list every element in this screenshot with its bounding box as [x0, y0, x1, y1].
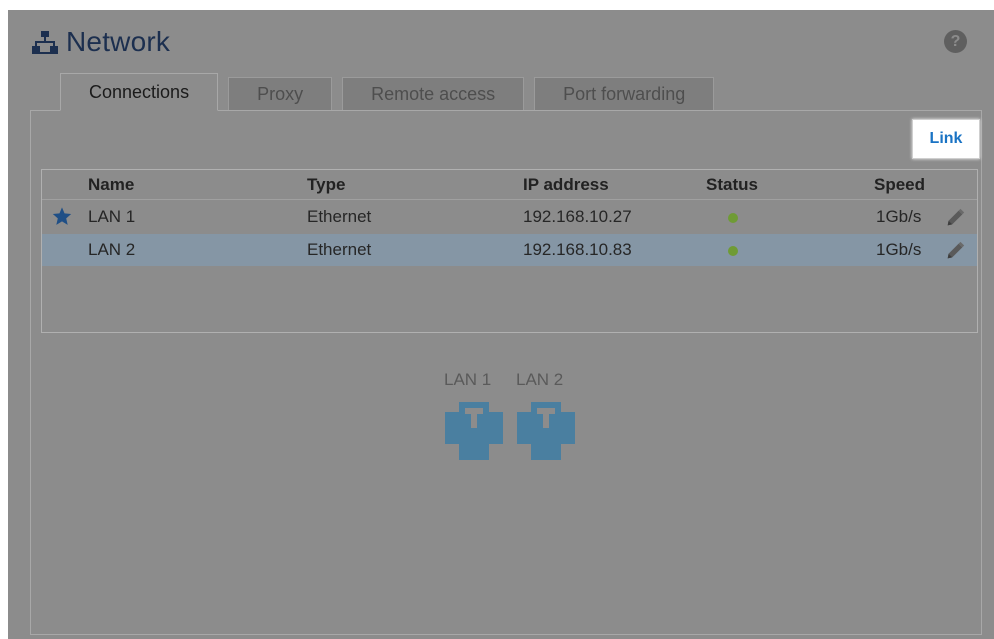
network-icon: [32, 31, 58, 54]
link-button[interactable]: Link: [912, 119, 980, 159]
page-header: Network: [32, 24, 170, 60]
table-header: Name Type IP address Status Speed: [42, 170, 977, 200]
star-icon: [52, 207, 72, 225]
status-connected-indicator: [728, 213, 738, 223]
cell-speed: 1Gb/s: [876, 207, 922, 226]
lan-ports-diagram: LAN 1 LAN 2: [438, 370, 578, 480]
column-header-type[interactable]: Type: [307, 175, 345, 195]
cell-type: Ethernet: [307, 240, 372, 259]
column-header-status[interactable]: Status: [706, 175, 758, 195]
cell-name: LAN 2: [88, 240, 136, 259]
pencil-edit-icon[interactable]: [944, 207, 966, 229]
connections-table: Name Type IP address Status Speed LAN 1 …: [41, 169, 978, 333]
port-label-lan2: LAN 2: [516, 370, 564, 389]
tab-proxy[interactable]: Proxy: [228, 77, 333, 111]
page-title: Network: [66, 26, 171, 57]
ethernet-port-icon[interactable]: [445, 398, 503, 460]
table-row[interactable]: LAN 2 Ethernet 192.168.10.83 1Gb/s: [42, 234, 977, 266]
cell-ip-address: 192.168.10.83: [523, 240, 632, 259]
port-label-lan1: LAN 1: [444, 370, 492, 389]
column-header-ip-address[interactable]: IP address: [523, 175, 609, 195]
cell-speed: 1Gb/s: [876, 240, 922, 259]
column-header-name[interactable]: Name: [88, 175, 134, 195]
cell-type: Ethernet: [307, 207, 372, 226]
tab-port-forwarding[interactable]: Port forwarding: [534, 77, 715, 111]
cell-name: LAN 1: [88, 207, 136, 226]
ethernet-port-icon[interactable]: [517, 398, 575, 460]
pencil-edit-icon[interactable]: [944, 240, 966, 262]
table-row[interactable]: LAN 1 Ethernet 192.168.10.27 1Gb/s: [42, 201, 977, 233]
status-connected-indicator: [728, 246, 738, 256]
tab-remote-access[interactable]: Remote access: [342, 77, 525, 111]
network-settings-page: Network ? Connections Proxy Remote acces…: [8, 10, 994, 639]
tab-connections[interactable]: Connections: [60, 73, 219, 111]
help-icon[interactable]: ?: [944, 30, 967, 53]
column-header-speed[interactable]: Speed: [874, 175, 925, 195]
cell-ip-address: 192.168.10.27: [523, 207, 632, 226]
tab-bar: Connections Proxy Remote access Port for…: [60, 73, 724, 111]
